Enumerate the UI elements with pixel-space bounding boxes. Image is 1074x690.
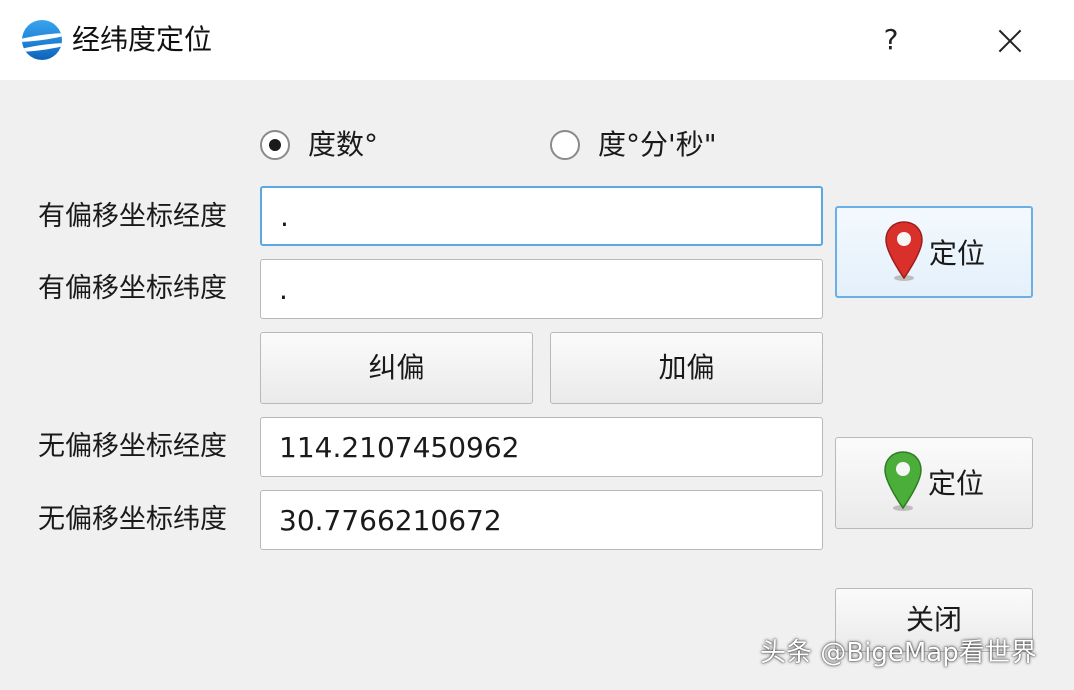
close-icon[interactable] <box>982 18 1038 62</box>
map-pin-green-icon <box>884 451 922 511</box>
nooffset-latitude-label: 无偏移坐标纬度 <box>38 504 227 535</box>
radio-degrees-label: 度数° <box>308 128 379 161</box>
offset-longitude-label: 有偏移坐标经度 <box>38 201 227 232</box>
title-bar: 经纬度定位 ? <box>0 0 1074 80</box>
nooffset-longitude-input[interactable] <box>260 417 823 477</box>
correct-offset-button[interactable]: 纠偏 <box>260 332 533 404</box>
locate-nooffset-label: 定位 <box>928 467 985 500</box>
add-offset-button[interactable]: 加偏 <box>550 332 823 404</box>
offset-longitude-input[interactable] <box>260 186 823 246</box>
radio-degrees[interactable] <box>260 130 290 160</box>
nooffset-longitude-label: 无偏移坐标经度 <box>38 431 227 462</box>
locate-offset-label: 定位 <box>929 237 986 270</box>
nooffset-latitude-input[interactable] <box>260 490 823 550</box>
locate-nooffset-button[interactable]: 定位 <box>835 437 1033 529</box>
radio-dms-label: 度°分'秒" <box>598 128 717 161</box>
offset-latitude-input[interactable] <box>260 259 823 319</box>
help-button[interactable]: ? <box>866 18 916 62</box>
globe-logo-icon <box>22 20 62 60</box>
map-pin-red-icon <box>885 221 923 281</box>
add-offset-label: 加偏 <box>658 351 715 384</box>
radio-dms[interactable] <box>550 130 580 160</box>
radio-selected-dot <box>269 139 281 151</box>
window-title: 经纬度定位 <box>72 23 213 56</box>
correct-offset-label: 纠偏 <box>368 351 425 384</box>
offset-latitude-label: 有偏移坐标纬度 <box>38 273 227 304</box>
locate-offset-button[interactable]: 定位 <box>835 206 1033 298</box>
watermark-text: 头条 @BigeMap看世界 <box>760 638 1037 668</box>
